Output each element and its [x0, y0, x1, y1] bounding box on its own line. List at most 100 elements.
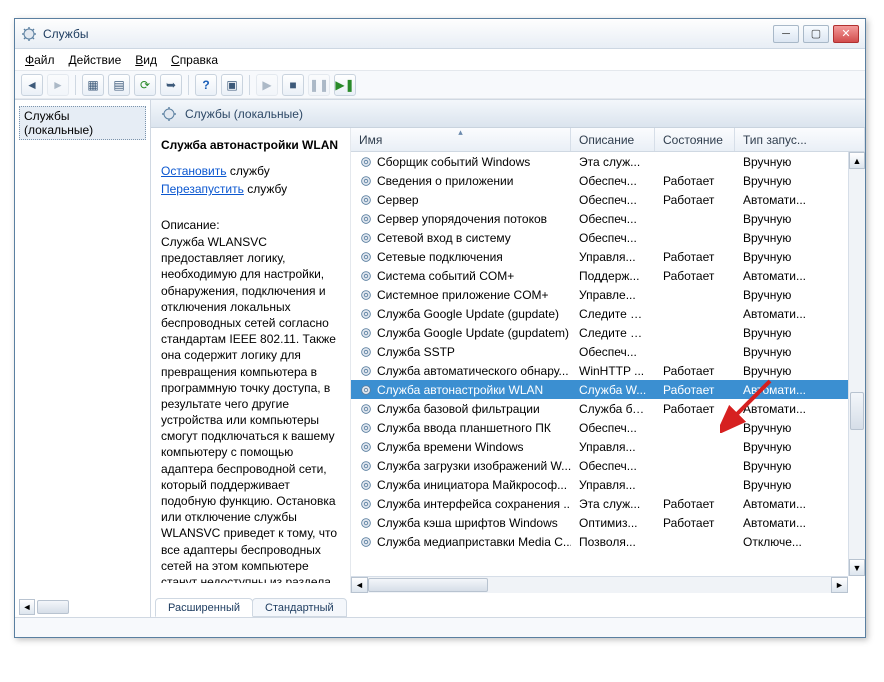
- tree-item-services-local[interactable]: Службы (локальные): [19, 106, 146, 140]
- menu-file[interactable]: Файл: [25, 53, 55, 67]
- detail-pane: Служба автонастройки WLAN Остановить слу…: [151, 128, 351, 593]
- table-row[interactable]: Служба Google Update (gupdate)Следите за…: [351, 304, 865, 323]
- restart-service-button[interactable]: ▶❚: [334, 74, 356, 96]
- cell-description: Позволя...: [571, 535, 655, 549]
- stop-service-button[interactable]: ■: [282, 74, 304, 96]
- table-row[interactable]: Служба инициатора Майкрософ...Управля...…: [351, 475, 865, 494]
- cell-description: Обеспеч...: [571, 231, 655, 245]
- menu-help[interactable]: Справка: [171, 53, 218, 67]
- cell-startup: Вручную: [735, 478, 865, 492]
- help-button[interactable]: ?: [195, 74, 217, 96]
- cell-name: Сборщик событий Windows: [351, 155, 571, 169]
- cell-description: Служба W...: [571, 383, 655, 397]
- table-row[interactable]: Служба автонастройки WLANСлужба W...Рабо…: [351, 380, 865, 399]
- services-icon: [21, 26, 37, 42]
- table-row[interactable]: Служба ввода планшетного ПКОбеспеч...Вру…: [351, 418, 865, 437]
- hscroll-right-icon[interactable]: ►: [831, 577, 848, 593]
- start-service-button[interactable]: ▶: [256, 74, 278, 96]
- cell-name: Служба времени Windows: [351, 440, 571, 454]
- vscroll-thumb[interactable]: [850, 392, 864, 430]
- table-row[interactable]: Служба времени WindowsУправля... Вручную: [351, 437, 865, 456]
- cell-startup: Вручную: [735, 174, 865, 188]
- table-row[interactable]: Служба кэша шрифтов WindowsОптимиз...Раб…: [351, 513, 865, 532]
- cell-description: Управля...: [571, 440, 655, 454]
- cell-description: Следите за...: [571, 307, 655, 321]
- cell-status: Работает: [655, 364, 735, 378]
- maximize-button[interactable]: ▢: [803, 25, 829, 43]
- cell-startup: Вручную: [735, 440, 865, 454]
- cell-startup: Вручную: [735, 288, 865, 302]
- tab-extended[interactable]: Расширенный: [155, 598, 253, 617]
- stop-link[interactable]: Остановить: [161, 164, 227, 178]
- cell-description: Обеспеч...: [571, 459, 655, 473]
- scroll-thumb[interactable]: [37, 600, 69, 614]
- cell-startup: Автомати...: [735, 516, 865, 530]
- table-row[interactable]: Сведения о приложенииОбеспеч...РаботаетВ…: [351, 171, 865, 190]
- table-row[interactable]: Служба SSTPОбеспеч...Вручную: [351, 342, 865, 361]
- col-name[interactable]: Имя: [351, 128, 571, 151]
- table-row[interactable]: Служба загрузки изображений W...Обеспеч.…: [351, 456, 865, 475]
- cell-description: WinHTTP ...: [571, 364, 655, 378]
- cell-status: Работает: [655, 174, 735, 188]
- table-row[interactable]: Системное приложение COM+Управле...Вручн…: [351, 285, 865, 304]
- tree-horizontal-scrollbar[interactable]: ◄: [19, 599, 132, 615]
- table-row[interactable]: Служба Google Update (gupdatem)Следите з…: [351, 323, 865, 342]
- selected-service-name: Служба автонастройки WLAN: [161, 138, 344, 152]
- cell-name: Служба загрузки изображений W...: [351, 459, 571, 473]
- cell-name: Сведения о приложении: [351, 174, 571, 188]
- menu-action[interactable]: Действие: [69, 53, 122, 67]
- menu-view[interactable]: Вид: [135, 53, 157, 67]
- table-row[interactable]: СерверОбеспеч...РаботаетАвтомати...: [351, 190, 865, 209]
- cell-name: Служба автоматического обнару...: [351, 364, 571, 378]
- table-row[interactable]: Сетевой вход в системуОбеспеч...Вручную: [351, 228, 865, 247]
- scroll-left-icon[interactable]: ◄: [19, 599, 35, 615]
- table-row[interactable]: Сборщик событий WindowsЭта служ...Вручну…: [351, 152, 865, 171]
- hscroll-thumb[interactable]: [368, 578, 488, 592]
- cell-status: Работает: [655, 402, 735, 416]
- refresh-button[interactable]: ⟳: [134, 74, 156, 96]
- cell-startup: Автомати...: [735, 269, 865, 283]
- cell-name: Служба ввода планшетного ПК: [351, 421, 571, 435]
- table-row[interactable]: Система событий COM+Поддерж...РаботаетАв…: [351, 266, 865, 285]
- restart-link[interactable]: Перезапустить: [161, 182, 244, 196]
- vertical-scrollbar[interactable]: ▲ ▼: [848, 152, 865, 576]
- cell-startup: Вручную: [735, 459, 865, 473]
- cell-name: Служба инициатора Майкрософ...: [351, 478, 571, 492]
- table-row[interactable]: Служба базовой фильтрацииСлужба ба...Раб…: [351, 399, 865, 418]
- col-description[interactable]: Описание: [571, 128, 655, 151]
- cell-startup: Вручную: [735, 421, 865, 435]
- back-button[interactable]: ◄: [21, 74, 43, 96]
- cell-description: Управля...: [571, 250, 655, 264]
- cell-status: Работает: [655, 193, 735, 207]
- tab-standard[interactable]: Стандартный: [252, 598, 347, 617]
- horizontal-scrollbar[interactable]: ◄ ►: [351, 576, 848, 593]
- close-button[interactable]: ✕: [833, 25, 859, 43]
- cell-name: Сетевые подключения: [351, 250, 571, 264]
- scroll-up-icon[interactable]: ▲: [849, 152, 865, 169]
- properties-button[interactable]: ▤: [108, 74, 130, 96]
- pause-service-button[interactable]: ❚❚: [308, 74, 330, 96]
- cell-description: Следите за...: [571, 326, 655, 340]
- pane-header: Службы (локальные): [151, 100, 865, 128]
- minimize-button[interactable]: ─: [773, 25, 799, 43]
- table-row[interactable]: Служба автоматического обнару...WinHTTP …: [351, 361, 865, 380]
- scroll-down-icon[interactable]: ▼: [849, 559, 865, 576]
- table-row[interactable]: Служба интерфейса сохранения ...Эта служ…: [351, 494, 865, 513]
- col-startup-type[interactable]: Тип запус...: [735, 128, 865, 151]
- cell-name: Служба SSTP: [351, 345, 571, 359]
- cell-name: Служба кэша шрифтов Windows: [351, 516, 571, 530]
- show-hide-tree-button[interactable]: ▦: [82, 74, 104, 96]
- table-row[interactable]: Сервер упорядочения потоковОбеспеч...Вру…: [351, 209, 865, 228]
- table-row[interactable]: Сетевые подключенияУправля...РаботаетВру…: [351, 247, 865, 266]
- service-list: Имя Описание Состояние Тип запус... Сбор…: [351, 128, 865, 593]
- forward-button[interactable]: ►: [47, 74, 69, 96]
- export-button[interactable]: ➥: [160, 74, 182, 96]
- window-title: Службы: [43, 27, 773, 41]
- console-button[interactable]: ▣: [221, 74, 243, 96]
- table-row[interactable]: Служба медиаприставки Media C...Позволя.…: [351, 532, 865, 551]
- hscroll-left-icon[interactable]: ◄: [351, 577, 368, 593]
- cell-name: Служба Google Update (gupdatem): [351, 326, 571, 340]
- gear-icon: [161, 106, 177, 122]
- action-stop: Остановить службу: [161, 164, 344, 178]
- col-status[interactable]: Состояние: [655, 128, 735, 151]
